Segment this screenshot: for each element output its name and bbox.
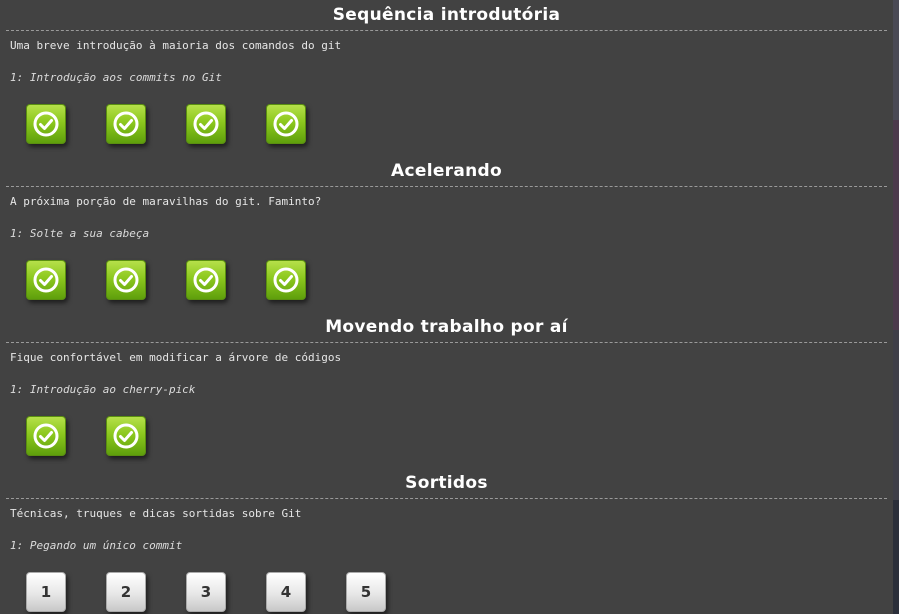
background-strip [893, 0, 899, 614]
section-about: Fique confortável em modificar a árvore … [10, 351, 342, 364]
section-title: Sequência introdutória [332, 5, 561, 25]
section-title: Movendo trabalho por aí [325, 317, 568, 337]
level-button-1[interactable] [26, 260, 66, 300]
level-list [26, 260, 886, 304]
check-circle-icon [112, 110, 140, 138]
sequence-intro: Sequência introdutória Uma breve introdu… [0, 0, 893, 144]
level-button-3[interactable] [186, 260, 226, 300]
check-circle-icon [32, 110, 60, 138]
section-about: Uma breve introdução à maioria dos coman… [10, 39, 342, 52]
level-button-2[interactable] [106, 104, 146, 144]
section-divider [6, 30, 887, 31]
level-button-2[interactable]: 2 [106, 572, 146, 612]
section-next-level: 1: Solte a sua cabeça [10, 227, 150, 240]
check-circle-icon [112, 422, 140, 450]
check-circle-icon [272, 110, 300, 138]
check-circle-icon [272, 266, 300, 294]
level-list [26, 416, 886, 460]
level-selection-panel: Sequência introdutória Uma breve introdu… [0, 0, 893, 614]
section-divider [6, 342, 887, 343]
sequence-move: Movendo trabalho por aí Fique confortáve… [0, 312, 893, 456]
level-button-3[interactable]: 3 [186, 572, 226, 612]
section-next-level: 1: Introdução aos commits no Git [10, 71, 222, 84]
check-circle-icon [192, 110, 220, 138]
level-button-1[interactable]: 1 [26, 572, 66, 612]
check-circle-icon [192, 266, 220, 294]
sequence-mixed: Sortidos Técnicas, truques e dicas sorti… [0, 468, 893, 612]
level-button-1[interactable] [26, 104, 66, 144]
section-divider [6, 498, 887, 499]
level-button-1[interactable] [26, 416, 66, 456]
check-circle-icon [32, 266, 60, 294]
section-next-level: 1: Introdução ao cherry-pick [10, 383, 196, 396]
level-button-2[interactable] [106, 416, 146, 456]
level-button-4[interactable] [266, 260, 306, 300]
section-title: Acelerando [391, 161, 502, 181]
level-button-3[interactable] [186, 104, 226, 144]
check-circle-icon [112, 266, 140, 294]
level-button-5[interactable]: 5 [346, 572, 386, 612]
level-list [26, 104, 886, 148]
section-title: Sortidos [405, 473, 488, 493]
level-button-4[interactable] [266, 104, 306, 144]
section-next-level: 1: Pegando um único commit [10, 539, 183, 552]
section-divider [6, 186, 887, 187]
section-about: Técnicas, truques e dicas sortidas sobre… [10, 507, 302, 520]
level-list: 1 2 3 4 5 [26, 572, 886, 614]
check-circle-icon [32, 422, 60, 450]
level-button-2[interactable] [106, 260, 146, 300]
level-button-4[interactable]: 4 [266, 572, 306, 612]
section-about: A próxima porção de maravilhas do git. F… [10, 195, 322, 208]
sequence-rampup: Acelerando A próxima porção de maravilha… [0, 156, 893, 300]
